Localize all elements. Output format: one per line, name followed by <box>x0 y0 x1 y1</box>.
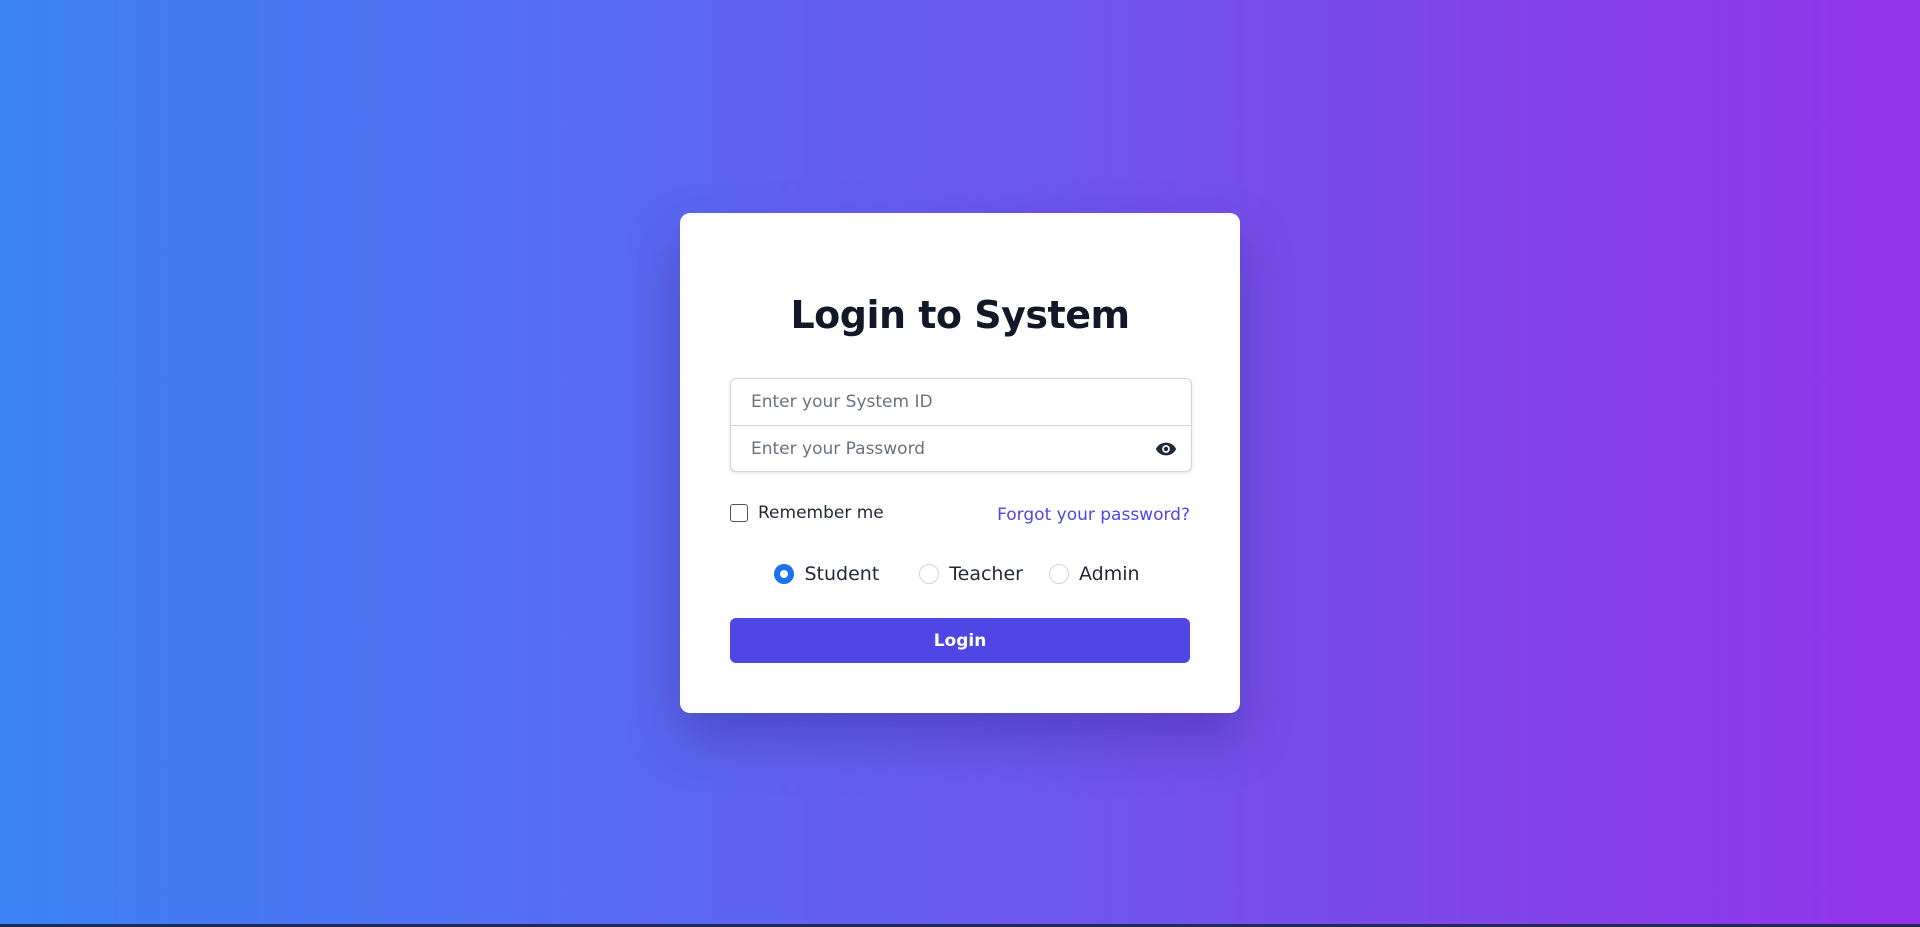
role-label-student: Student <box>804 563 880 585</box>
role-selector: Student Teacher Admin <box>680 559 1240 589</box>
login-button[interactable]: Login <box>730 618 1190 663</box>
login-card: Login to System Remember me Forgot your … <box>680 213 1240 713</box>
forgot-password-link[interactable]: Forgot your password? <box>997 505 1190 525</box>
password-input[interactable] <box>731 426 1191 471</box>
role-label-teacher: Teacher <box>949 563 1023 585</box>
credentials-group <box>730 378 1192 472</box>
remember-me-label: Remember me <box>758 503 884 523</box>
system-id-input[interactable] <box>731 379 1191 425</box>
password-field-wrapper <box>731 425 1191 471</box>
role-radio-student[interactable] <box>774 564 795 584</box>
role-option-student[interactable]: Student <box>774 559 885 589</box>
role-radio-teacher[interactable] <box>919 564 940 584</box>
system-id-field-wrapper <box>731 379 1191 425</box>
role-option-admin[interactable]: Admin <box>1048 559 1146 589</box>
role-option-teacher[interactable]: Teacher <box>919 559 1029 589</box>
remember-me[interactable]: Remember me <box>730 503 884 523</box>
page-title: Login to System <box>790 293 1130 337</box>
remember-me-checkbox[interactable] <box>730 504 748 522</box>
role-label-admin: Admin <box>1078 563 1140 585</box>
role-radio-admin[interactable] <box>1048 564 1069 584</box>
options-row: Remember me Forgot your password? <box>730 503 1190 529</box>
eye-icon[interactable] <box>1155 439 1177 459</box>
